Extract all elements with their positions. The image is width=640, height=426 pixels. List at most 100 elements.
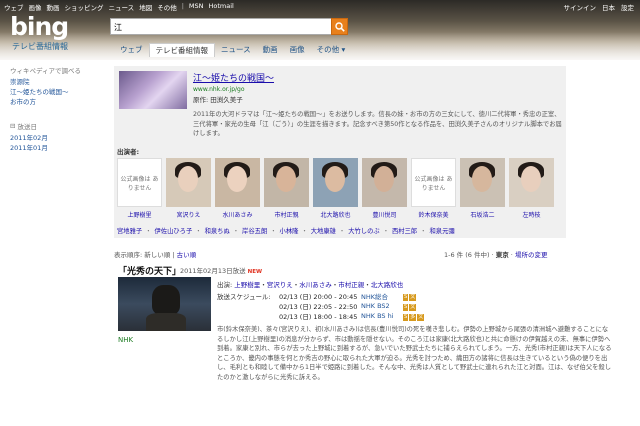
top-nav-item[interactable]: ウェブ (4, 2, 24, 12)
episode-cast-link[interactable]: 北大路欣也 (371, 281, 404, 289)
episode-cast-link[interactable]: 上野樹里 (234, 281, 260, 289)
episode-cast-link[interactable]: 宮沢りえ (267, 281, 293, 289)
still-figure-head (152, 285, 180, 315)
cast-name[interactable]: 鈴木保奈美 (411, 210, 456, 219)
history-title: 放送日 (17, 123, 37, 131)
cast-name[interactable]: 水川あさみ (215, 210, 260, 219)
cast-photo-face (325, 166, 345, 192)
episode-cast-line: 出演: 上野樹里・宮沢りえ・水川あさみ・市村正親・北大路欣也 (217, 279, 403, 289)
sort-row: 表示順序: 新しい順 | 古い順 (114, 251, 197, 259)
episode-cast-link[interactable]: 水川あさみ (299, 281, 332, 289)
top-right-item[interactable]: 設定 (621, 2, 634, 12)
change-location-link[interactable]: 場所の変更 (515, 251, 548, 259)
cast-more-link[interactable]: 和泉ちぬ (205, 226, 230, 235)
sort-new[interactable]: 新しい順 (144, 251, 170, 259)
broadcast-badge: S (403, 313, 409, 321)
sidebar-history-link[interactable]: 2011年02月 (10, 133, 105, 143)
cast-more-link[interactable]: 大地康雄 (311, 226, 336, 235)
sort-old-link[interactable]: 古い順 (177, 251, 197, 259)
cast-photo-face (374, 166, 394, 192)
cast-member[interactable]: 公式画像は ありません上野樹里 (117, 158, 162, 219)
top-nav-item[interactable]: Hotmail (209, 2, 234, 12)
program-url[interactable]: www.nhk.or.jp/go (193, 86, 245, 93)
search-box[interactable]: 江 (110, 18, 348, 35)
sidebar-wiki-link[interactable]: 江〜姫たちの戦国〜 (10, 87, 105, 97)
cast-more-link[interactable]: 大竹しのぶ (348, 226, 379, 235)
broadcast-badge: S (403, 293, 409, 301)
vertical-tabs: ウェブ テレビ番組情報 ニュース 動画 画像 その他 ▾ (114, 43, 351, 57)
cast-list: 公式画像は ありません 上野樹里 宮沢りえ 水川あさみ 市村正親 北大路欣也 豊川悦司 公式画… (117, 158, 554, 219)
schedule-channel-link[interactable]: NHK BS hi (361, 312, 399, 320)
cast-photo[interactable] (166, 158, 211, 207)
cast-photo[interactable] (313, 158, 358, 207)
cast-member[interactable]: 宮沢りえ (166, 158, 211, 219)
top-nav-item[interactable]: その他 (157, 2, 177, 12)
cast-more-link[interactable]: 西村三郎 (392, 226, 417, 235)
episode-cast-label: 出演: (217, 281, 233, 289)
cast-more-link[interactable]: 岸谷五朗 (242, 226, 267, 235)
program-thumbnail[interactable] (119, 71, 187, 109)
cast-name[interactable]: 北大路欣也 (313, 210, 358, 219)
bing-logo[interactable]: bing (10, 12, 69, 41)
cast-member[interactable]: 豊川悦司 (362, 158, 407, 219)
tab-item[interactable]: 画像 (284, 43, 311, 57)
cast-photo-placeholder[interactable]: 公式画像は ありません (117, 158, 162, 207)
cast-more-link[interactable]: 伊佐山ひろ子 (154, 226, 192, 235)
schedule-row: 02/13 (日) 20:00 - 20:45 NHK総合 S 文 (279, 291, 425, 301)
tab-item[interactable]: 動画 (257, 43, 284, 57)
cast-name[interactable]: 宮沢りえ (166, 210, 211, 219)
cast-member[interactable]: 左時枝 (509, 158, 554, 219)
episode-title[interactable]: 「光秀の天下」 (118, 264, 181, 277)
separator-dot: ・ (382, 228, 389, 235)
cast-photo[interactable] (362, 158, 407, 207)
cast-member[interactable]: 石坂浩二 (460, 158, 505, 219)
cast-member[interactable]: 北大路欣也 (313, 158, 358, 219)
cast-name[interactable]: 石坂浩二 (460, 210, 505, 219)
cast-name[interactable]: 豊川悦司 (362, 210, 407, 219)
sidebar-history-link[interactable]: 2011年01月 (10, 143, 105, 153)
schedule-channel-link[interactable]: NHK BS2 (361, 302, 399, 310)
cast-name[interactable]: 上野樹里 (117, 210, 162, 219)
top-nav-item[interactable]: ニュース (109, 2, 135, 12)
episode-date-text: 2011年02月13日放送 (180, 267, 246, 275)
cast-member[interactable]: 市村正親 (264, 158, 309, 219)
top-nav-item[interactable]: 動画 (47, 2, 60, 12)
cast-more-link[interactable]: 和泉元彌 (429, 226, 454, 235)
cast-photo-face (521, 166, 541, 192)
cast-photo[interactable] (509, 158, 554, 207)
cast-photo-face (178, 166, 198, 192)
cast-photo[interactable] (215, 158, 260, 207)
episode-cast-link[interactable]: 市村正親 (338, 281, 364, 289)
tab-item[interactable]: テレビ番組情報 (148, 43, 215, 57)
separator-dot: ・ (338, 228, 346, 235)
cast-member[interactable]: 公式画像は ありません鈴木保奈美 (411, 158, 456, 219)
program-title-link[interactable]: 江〜姫たちの戦国〜 (193, 71, 274, 84)
header: ウェブ 画像 動画 ショッピング ニュース 地図 その他 | MSN Hotmail サインイン日… (0, 0, 640, 60)
cast-name[interactable]: 左時枝 (509, 210, 554, 219)
top-nav-item[interactable]: ショッピング (65, 2, 104, 12)
search-button[interactable] (331, 18, 348, 35)
tab-item[interactable]: ニュース (215, 43, 257, 57)
cast-name[interactable]: 市村正親 (264, 210, 309, 219)
sidebar-wiki-link[interactable]: 崇源院 (10, 77, 105, 87)
cast-more-link[interactable]: 宮地雅子 (117, 226, 142, 235)
search-input[interactable]: 江 (114, 22, 122, 33)
top-nav-item[interactable]: 画像 (29, 2, 42, 12)
schedule-label: 放送スケジュール: (217, 293, 271, 301)
channel-label[interactable]: NHK (118, 336, 133, 344)
cast-member[interactable]: 水川あさみ (215, 158, 260, 219)
cast-photo-placeholder[interactable]: 公式画像は ありません (411, 158, 456, 207)
tab-item[interactable]: ウェブ (114, 43, 149, 57)
cast-photo[interactable] (460, 158, 505, 207)
top-right-item[interactable]: 日本 (602, 2, 615, 12)
top-nav-item[interactable]: 地図 (139, 2, 152, 12)
episode-still-image[interactable] (118, 277, 211, 331)
tab-item[interactable]: その他 ▾ (311, 43, 352, 57)
schedule-time: 02/13 (日) 22:05 - 22:50 (279, 303, 358, 311)
cast-more-link[interactable]: 小林隆 (280, 226, 299, 235)
cast-photo[interactable] (264, 158, 309, 207)
sidebar-wiki-link[interactable]: お市の方 (10, 97, 105, 107)
schedule-channel-link[interactable]: NHK総合 (361, 291, 399, 301)
top-right-item[interactable]: サインイン (564, 2, 597, 12)
top-nav-item[interactable]: MSN (189, 2, 204, 12)
